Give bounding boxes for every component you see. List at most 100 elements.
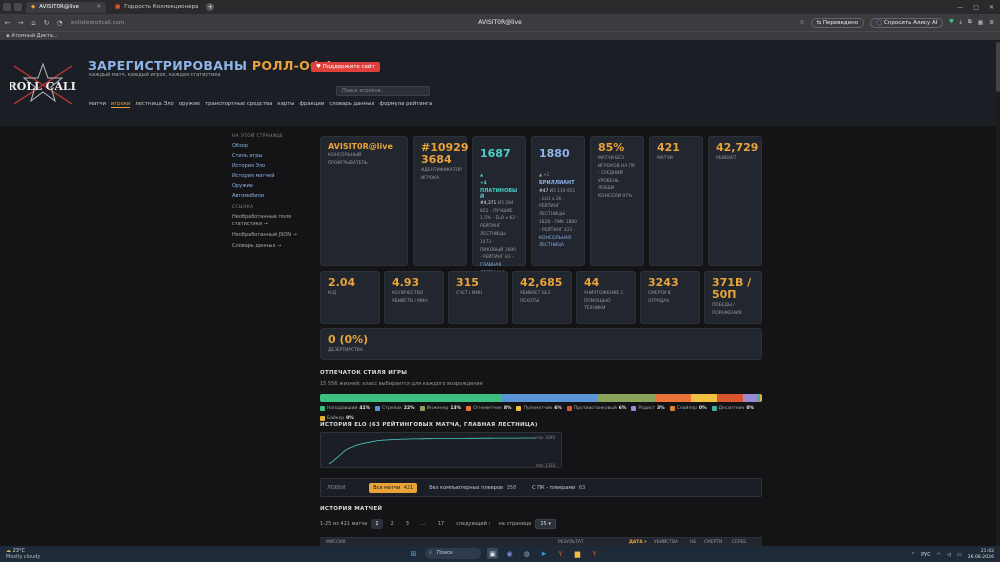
playstyle-segment [320,394,501,402]
col-date[interactable]: ДАТА ▾ [629,540,646,545]
legend-pct: 22% [403,406,415,411]
site-title: ЗАРЕГИСТРИРОВАНЫ РОЛЛ-ОФФ [88,58,335,73]
wifi-icon[interactable]: ◠ [937,552,941,558]
telegram-icon[interactable]: ➤ [538,548,549,559]
taskbar-search[interactable]: ⌕ Поиск [425,548,481,559]
taskbar-apps: ⊞ ⌕ Поиск ▣ ◉ ◍ ➤ Y ▆ Y [408,548,600,559]
weather-widget[interactable]: ☁ 23°C Mostly cloudy [6,548,40,560]
no-pc-pct-label: МАТЧИ БЕЗ ИГРОКОВ НА ПК - СРЕДНИЙ УРОВЕН… [598,156,636,199]
matches-label: МАТЧИ [657,156,673,161]
page-2[interactable]: 2 [387,519,398,529]
filter-chip-label: Все матчи [373,484,401,491]
per-page-select[interactable]: 25 ▾ [535,519,556,529]
col-deaths[interactable]: СМЕРТИ [704,540,722,545]
yandex-browser-icon[interactable]: Y [589,548,600,559]
console-rating-delta: ▲ +1 [539,172,550,177]
col-nb[interactable]: НБ [690,540,696,545]
volume-icon[interactable]: ◁ [947,552,951,558]
page-scrollbar[interactable] [996,40,1000,546]
windows-start-icon[interactable]: ⊞ [408,548,419,559]
discord-icon[interactable]: ◉ [504,548,515,559]
kills-label: УБИВАЕТ [716,156,737,161]
page-content: ROLL CALL ЗАРЕГИСТРИРОВАНЫ РОЛЛ-ОФФ ♥ По… [0,40,1000,546]
col-mission[interactable]: МИССИЯ [326,540,346,545]
filter-all-matches[interactable]: Все матчи 421 [369,482,418,493]
widgets-icon[interactable]: ▣ [487,548,498,559]
bookmark-item[interactable]: ◈ Атомный Дикта... [6,33,58,39]
nav-weapons[interactable]: оружие [179,101,200,108]
nav-rating-formula[interactable]: формула рейтинга [380,101,433,108]
sidebar-link-playstyle[interactable]: Стиль игры [232,153,312,159]
close-icon[interactable]: ✕ [96,4,101,10]
nav-maps[interactable]: карты [277,101,294,108]
bookmark-label: Атомный Дикта... [11,33,58,39]
legend-label: Десантник [718,406,745,411]
sidebar-link-vehicles[interactable]: Автомобили [232,193,312,199]
nav-matches[interactable]: матчи [89,101,106,108]
page-17[interactable]: 17 [434,519,448,529]
elo-chart-svg: max 1690 min 1328 [328,435,555,468]
player-search-input[interactable]: Поиск игроков... [336,86,430,96]
col-result[interactable]: РЕЗУЛЬТАТ [558,540,584,545]
tab-active[interactable]: ◆ AVISIT0R@live ✕ [26,1,106,13]
filter-chip-label: С ПК - плеерами [532,484,576,491]
pager-range: 1-25 из 421 матча [320,521,368,527]
tray-expand-icon[interactable]: ⌃ [911,552,915,558]
support-button[interactable]: ♥ Поддержите сайт [311,62,380,72]
nav-vehicles[interactable]: транспортные средства [205,101,272,108]
lobby-filter-label: ЛОББИ [327,484,346,491]
main-rating-details: ИЗ 284 822 - ЛУЧШИЕ 1,5% - ELO x 62 - РЕ… [480,200,519,261]
language-indicator[interactable]: РУС [921,552,931,558]
page-scrollbar-thumb[interactable] [996,42,1000,92]
console-ladder-link[interactable]: КОНСОЛЬНАЯ ЛЕСТНИЦА [539,235,577,251]
folder-icon[interactable]: ▆ [572,548,583,559]
stat-value: 2.04 [328,276,356,289]
filter-with-pc[interactable]: С ПК - плеерами 63 [528,483,589,493]
page-1[interactable]: 1 [371,519,383,529]
sidebar-link-weapons[interactable]: Оружие [232,183,312,189]
clock[interactable]: 21:42 26.08.2026 [968,549,994,560]
playstyle-segment [716,394,744,402]
browser-menu-icon[interactable] [3,3,11,11]
playstyle-legend-item: Снайпер 0% [669,406,707,411]
address-bar: ← → ⌂ ↻ ◔ enlistedrollcall.com AVISIT0R@… [0,14,1000,31]
nav-factions[interactable]: фракции [299,101,324,108]
next-page-link[interactable]: следующий › [452,519,494,529]
search-icon: ⌕ [429,550,432,556]
sidebar-link-raw-fields[interactable]: Необработанные поля статистики → [232,214,312,228]
sidebar-link-overview[interactable]: Обзор [232,143,312,149]
nav-elo-ladder[interactable]: лестница Эло [135,101,173,108]
yandex-icon[interactable]: Y [555,548,566,559]
nav-data-dictionary[interactable]: словарь данных [329,101,374,108]
bookmarks-bar: ◈ Атомный Дикта... [0,31,1000,40]
sidebar-link-elo-history[interactable]: История Эло [232,163,312,169]
tab-label: AVISIT0R@live [39,4,80,10]
kills-card: 42,729 УБИВАЕТ [708,136,762,266]
steam-icon[interactable]: ◍ [521,548,532,559]
new-tab-button[interactable]: + [206,3,215,11]
battery-icon[interactable]: ▭ [957,552,962,558]
stat-card-squad-deaths: 3243 СМЕРТИ В ОТРЯДАХ [640,271,700,324]
filter-no-pc[interactable]: Без компьютерных плееров 358 [425,483,520,493]
main-rating-tier: ПЛАТИНОВЫ Й [480,187,518,200]
col-kills[interactable]: УБИЙСТВА [654,540,678,545]
site-title-part1: ЗАРЕГИСТРИРОВАНЫ [88,58,248,73]
sidebar-link-match-history[interactable]: История матчей [232,173,312,179]
page-3[interactable]: 3 [402,519,413,529]
maximize-icon[interactable]: □ [973,4,979,11]
close-window-icon[interactable]: ✕ [989,4,994,11]
col-silver[interactable]: СЕРЕБ [732,540,746,545]
sidebar-link-raw-json[interactable]: Необработанный JSON → [232,232,312,239]
legend-swatch [566,406,572,411]
nav-players[interactable]: игроки [110,101,131,108]
legend-label: Нападавший [327,406,358,411]
legend-pct: 3% [657,406,665,411]
roll-call-logo[interactable]: ROLL CALL [10,60,76,108]
tab-list-icon[interactable] [14,3,22,11]
legend-label: Пулеметчик [523,406,553,411]
minimize-icon[interactable]: — [957,4,963,11]
sidebar-link-dictionary[interactable]: Словарь данных → [232,243,312,250]
stat-label: СМЕРТИ В ОТРЯДАХ [648,291,671,304]
tab-inactive[interactable]: ■ Гордость Коллекционера [110,2,203,13]
legend-pct: 8% [503,406,512,411]
